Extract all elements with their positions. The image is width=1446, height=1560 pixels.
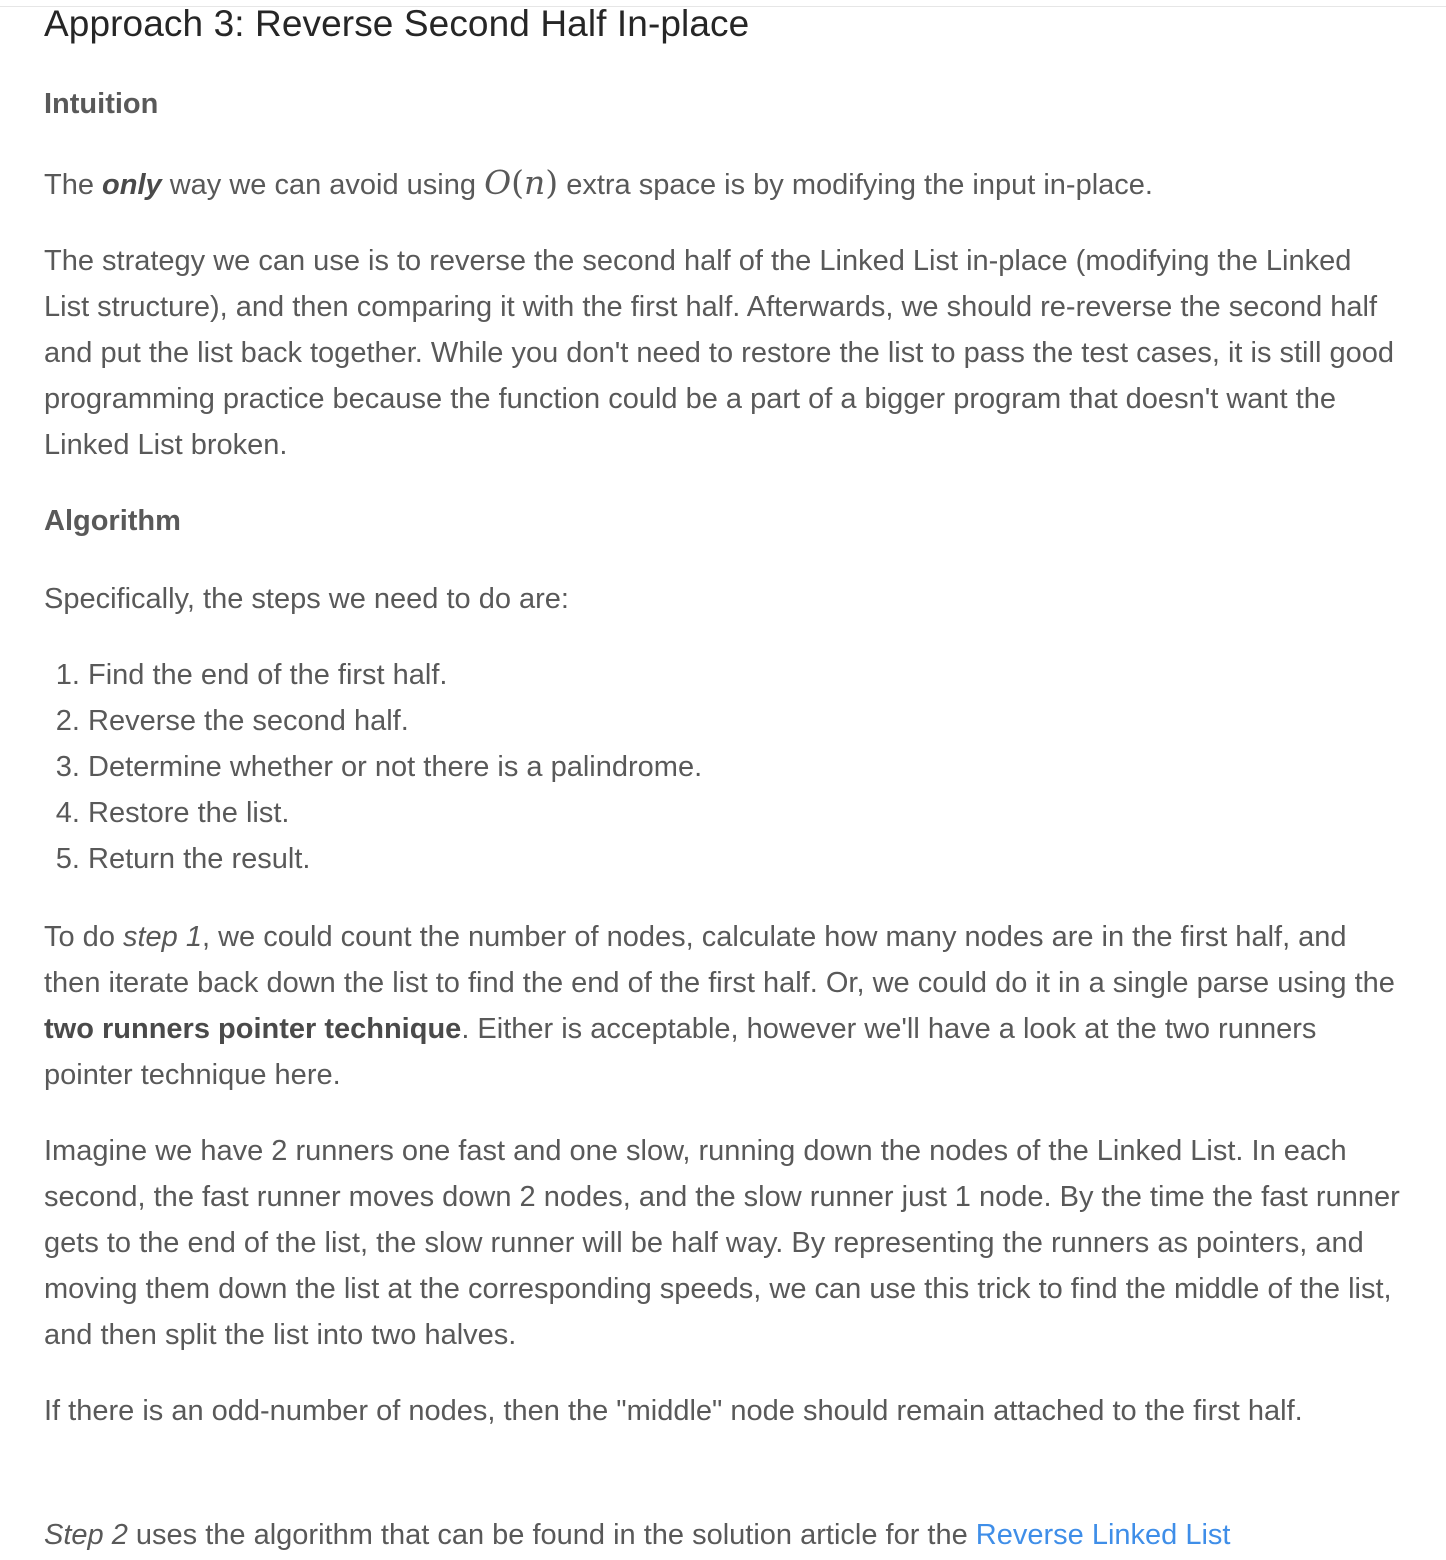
list-item: Determine whether or not there is a pali… — [88, 744, 1400, 790]
reverse-linked-list-link[interactable]: Reverse Linked List — [976, 1519, 1231, 1551]
p1-emphasis: only — [102, 169, 162, 201]
p1-text-before: The — [44, 169, 103, 201]
math-n: n — [524, 163, 546, 202]
article-body: Approach 3: Reverse Second Half In-place… — [44, 0, 1404, 1551]
step2-text-middle: uses the algorithm that can be found in … — [127, 1519, 976, 1551]
step1-emphasis: step 1 — [123, 921, 202, 953]
step2-emphasis: Step 2 — [44, 1519, 128, 1551]
big-o-expression: O(n) — [484, 163, 558, 202]
technique-strong: two runners pointer technique — [44, 1013, 462, 1045]
p1-text-after: extra space is by modifying the input in… — [558, 169, 1153, 201]
step1-text-middle: , we could count the number of nodes, ca… — [44, 921, 1395, 999]
steps-list-wrapper: Find the end of the first half. Reverse … — [0, 652, 1400, 882]
p1-text-middle: way we can avoid using — [161, 169, 485, 201]
intuition-heading: Intuition — [44, 88, 159, 120]
step1-paragraph: To do step 1, we could count the number … — [44, 914, 1404, 1098]
odd-nodes-paragraph: If there is an odd-number of nodes, then… — [44, 1395, 1303, 1427]
list-item: Find the end of the first half. — [88, 652, 1400, 698]
step2-paragraph: Step 2 uses the algorithm that can be fo… — [44, 1512, 1230, 1558]
math-close-paren: ) — [545, 163, 559, 202]
list-item: Restore the list. — [88, 790, 1400, 836]
steps-list: Find the end of the first half. Reverse … — [0, 652, 1400, 882]
intuition-paragraph-2: The strategy we can use is to reverse th… — [44, 245, 1394, 461]
list-item: Return the result. — [88, 836, 1400, 882]
approach-title: Approach 3: Reverse Second Half In-place — [44, 3, 750, 44]
step1-text-before: To do — [44, 921, 123, 953]
algorithm-intro: Specifically, the steps we need to do ar… — [44, 583, 569, 615]
algorithm-heading: Algorithm — [44, 505, 181, 537]
runners-paragraph: Imagine we have 2 runners one fast and o… — [44, 1135, 1400, 1351]
intuition-paragraph-1: The only way we can avoid using O(n) ext… — [44, 160, 1153, 208]
math-o: O — [484, 163, 512, 202]
math-open-paren: ( — [511, 163, 524, 202]
list-item: Reverse the second half. — [88, 698, 1400, 744]
